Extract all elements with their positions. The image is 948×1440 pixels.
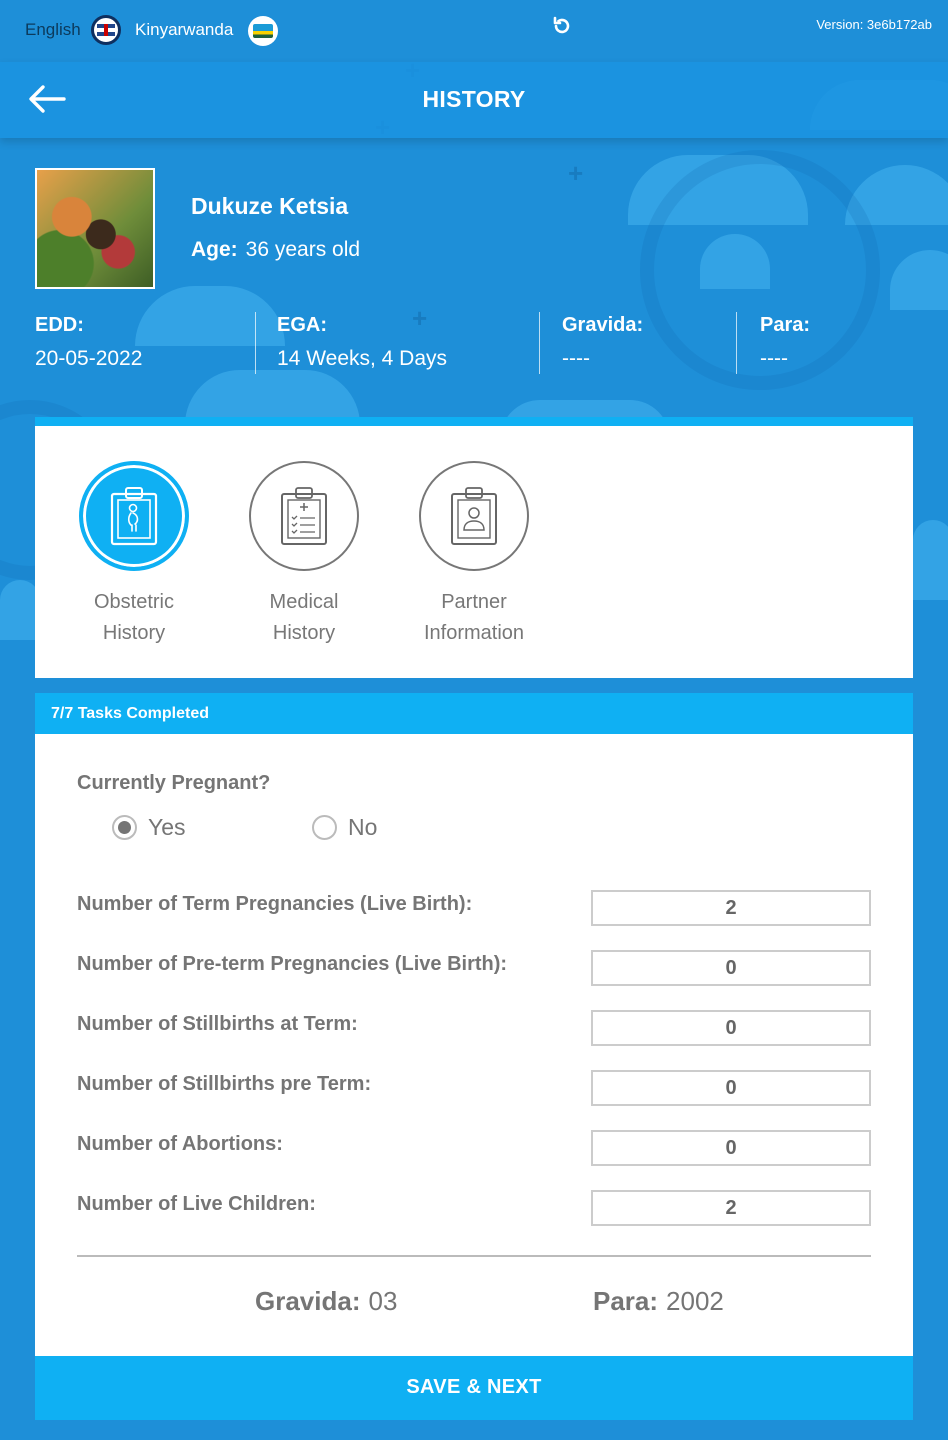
divider bbox=[77, 1255, 871, 1257]
stat-divider bbox=[539, 312, 540, 374]
preterm-pregnancies-label: Number of Pre-term Pregnancies (Live Bir… bbox=[77, 953, 508, 975]
live-children-label: Number of Live Children: bbox=[77, 1193, 316, 1215]
person-clipboard-icon[interactable] bbox=[419, 461, 529, 571]
page-title: HISTORY bbox=[422, 86, 526, 112]
stat-value: ---- bbox=[562, 347, 590, 370]
tab-label-line: Partner bbox=[441, 591, 507, 613]
patient-age: Age: 36 years old bbox=[191, 238, 360, 262]
currently-pregnant-label: Currently Pregnant? bbox=[77, 772, 271, 794]
live-children-input[interactable]: 2 bbox=[591, 1190, 871, 1226]
tab-label-line: Medical bbox=[269, 591, 339, 613]
tab-label-line: History bbox=[102, 622, 166, 644]
gravida-summary-value: 03 bbox=[368, 1286, 398, 1316]
status-bar: English Kinyarwanda Version: 3e6b172ab bbox=[0, 0, 948, 62]
stat-label: Para: bbox=[760, 314, 811, 336]
tasks-completed-bar: 7/7 Tasks Completed bbox=[35, 693, 913, 734]
para-summary-value: 2002 bbox=[666, 1286, 724, 1316]
stat-edd: EDD: 20-05-2022 bbox=[35, 314, 142, 371]
tab-label-line: Information bbox=[423, 622, 525, 644]
save-next-button[interactable]: SAVE & NEXT bbox=[35, 1356, 913, 1420]
language-english[interactable]: English bbox=[25, 20, 81, 40]
rwanda-flag-icon[interactable] bbox=[248, 16, 278, 46]
stillbirths-term-label: Number of Stillbirths at Term: bbox=[77, 1013, 358, 1035]
radio-no[interactable]: No bbox=[312, 814, 377, 841]
stillbirths-preterm-input[interactable]: 0 bbox=[591, 1070, 871, 1106]
stat-para: Para: ---- bbox=[760, 314, 810, 371]
radio-label: No bbox=[348, 814, 378, 840]
stat-ega: EGA: 14 Weeks, 4 Days bbox=[277, 314, 447, 371]
gravida-summary: Gravida: 03 bbox=[255, 1286, 397, 1317]
stat-label: EDD: bbox=[35, 314, 84, 336]
tab-label-line: Obstetric bbox=[93, 591, 175, 613]
radio-label: Yes bbox=[148, 814, 186, 840]
stillbirths-preterm-label: Number of Stillbirths pre Term: bbox=[77, 1073, 372, 1095]
stat-label: EGA: bbox=[277, 314, 327, 336]
patient-avatar bbox=[35, 168, 155, 289]
age-label: Age: bbox=[191, 238, 238, 261]
stat-divider bbox=[255, 312, 256, 374]
gravida-summary-label: Gravida: bbox=[255, 1286, 361, 1316]
para-summary: Para: 2002 bbox=[593, 1286, 724, 1317]
medical-clipboard-icon[interactable] bbox=[249, 461, 359, 571]
radio-checked-icon[interactable] bbox=[112, 815, 137, 840]
abortions-input[interactable]: 0 bbox=[591, 1130, 871, 1166]
pregnant-clipboard-icon[interactable] bbox=[79, 461, 189, 571]
version-label: Version: 3e6b172ab bbox=[816, 17, 932, 32]
history-tabs: Obstetric History Medical History Partne… bbox=[35, 417, 913, 678]
refresh-icon[interactable] bbox=[550, 14, 574, 38]
tab-label-line: History bbox=[272, 622, 336, 644]
stat-value: 20-05-2022 bbox=[35, 347, 143, 370]
uk-flag-icon[interactable] bbox=[91, 15, 121, 45]
patient-name: Dukuze Ketsia bbox=[191, 193, 349, 219]
preterm-pregnancies-input[interactable]: 0 bbox=[591, 950, 871, 986]
term-pregnancies-input[interactable]: 2 bbox=[591, 890, 871, 926]
tab-label: Medical History bbox=[224, 587, 384, 649]
stat-label: Gravida: bbox=[562, 314, 644, 336]
radio-unchecked-icon[interactable] bbox=[312, 815, 337, 840]
tab-medical-history[interactable]: Medical History bbox=[224, 461, 384, 649]
tab-partner-information[interactable]: Partner Information bbox=[394, 461, 554, 649]
tab-label: Partner Information bbox=[394, 587, 554, 649]
stat-value: ---- bbox=[760, 347, 788, 370]
abortions-label: Number of Abortions: bbox=[77, 1133, 283, 1155]
language-kinyarwanda[interactable]: Kinyarwanda bbox=[135, 20, 233, 40]
tab-label: Obstetric History bbox=[54, 587, 214, 649]
stat-value: 14 Weeks, 4 Days bbox=[277, 347, 448, 370]
tab-obstetric-history[interactable]: Obstetric History bbox=[54, 461, 214, 649]
radio-yes[interactable]: Yes bbox=[112, 814, 186, 841]
stat-gravida: Gravida: ---- bbox=[562, 314, 643, 371]
para-summary-label: Para: bbox=[593, 1286, 659, 1316]
page-header: HISTORY bbox=[0, 62, 948, 138]
patient-summary: Dukuze Ketsia Age: 36 years old EDD: 20-0… bbox=[0, 138, 948, 418]
obstetric-history-form: Currently Pregnant? Yes No Number of Ter… bbox=[35, 734, 913, 1356]
stillbirths-term-input[interactable]: 0 bbox=[591, 1010, 871, 1046]
stat-divider bbox=[736, 312, 737, 374]
term-pregnancies-label: Number of Term Pregnancies (Live Birth): bbox=[77, 893, 473, 915]
age-value: 36 years old bbox=[245, 238, 361, 261]
